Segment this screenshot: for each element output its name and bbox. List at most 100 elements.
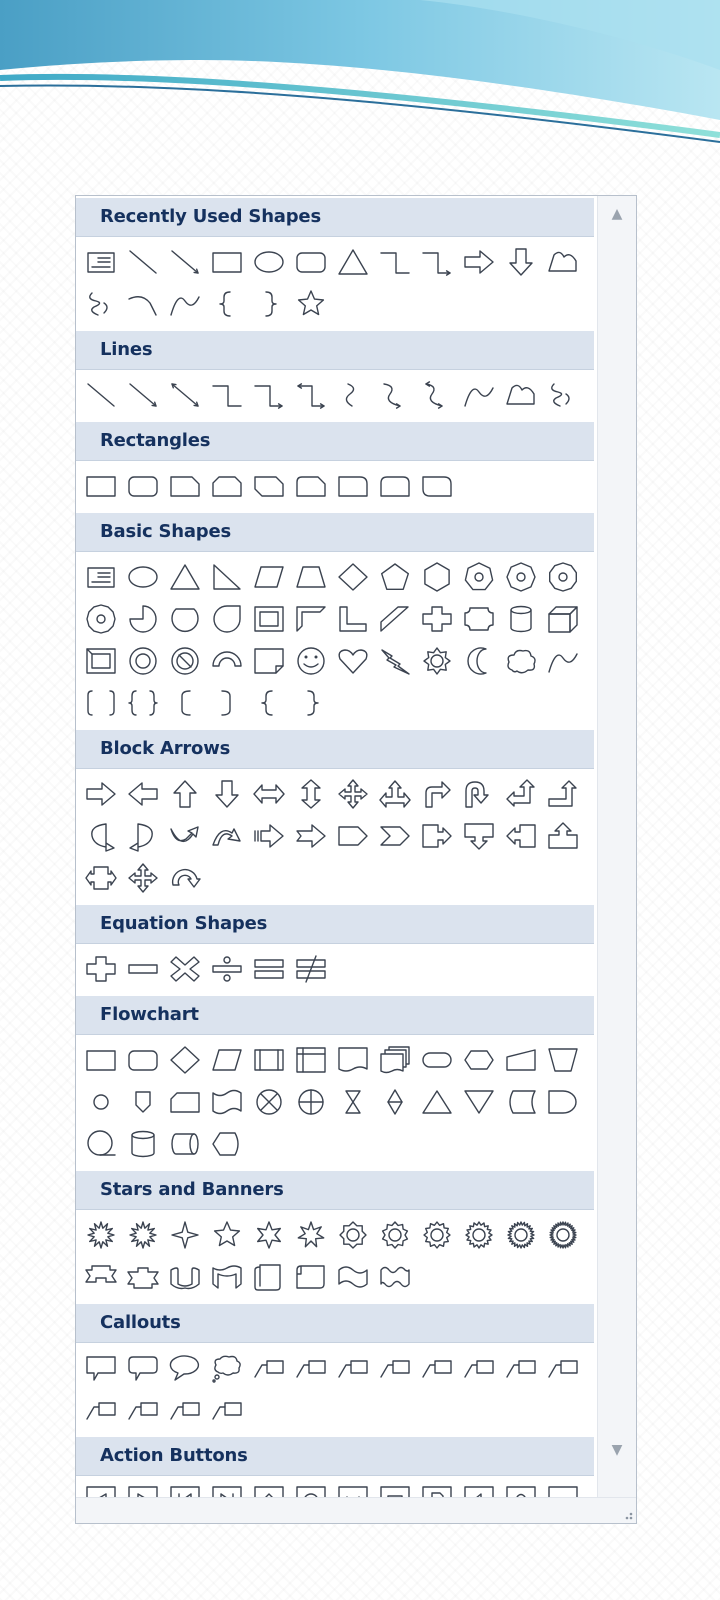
shape-data-button[interactable] [206, 1039, 248, 1081]
shape-left-right-arrow-button[interactable] [248, 773, 290, 815]
shape-line-callout-1-no-border-button[interactable] [500, 1347, 542, 1389]
shape-line-double-arrow-button[interactable] [164, 374, 206, 416]
shape-curved-double-arrow-connector-button[interactable] [416, 374, 458, 416]
shape-bent-up-arrow-button[interactable] [542, 773, 584, 815]
shape-line-button[interactable] [80, 374, 122, 416]
shape-sort-button[interactable] [374, 1081, 416, 1123]
shape-half-frame-button[interactable] [290, 598, 332, 640]
shape-document-button[interactable] [332, 1039, 374, 1081]
shape-circular-arrow-button[interactable] [164, 857, 206, 899]
shape-left-brace-button[interactable] [248, 682, 290, 724]
shape-elbow-connector-button[interactable] [206, 374, 248, 416]
shape-division-button[interactable] [206, 948, 248, 990]
shape-trapezoid-button[interactable] [290, 556, 332, 598]
shape-explosion-2-button[interactable] [122, 1214, 164, 1256]
shape-star-7-button[interactable] [290, 1214, 332, 1256]
shape-wave-button[interactable] [332, 1256, 374, 1298]
shape-curved-down-arrow-button[interactable] [206, 815, 248, 857]
shape-delay-button[interactable] [542, 1081, 584, 1123]
shape-predefined-process-button[interactable] [248, 1039, 290, 1081]
shape-scribble-button[interactable] [542, 374, 584, 416]
shape-line-arrow-button[interactable] [164, 241, 206, 283]
shape-moon-button[interactable] [458, 640, 500, 682]
shape-cube-button[interactable] [542, 598, 584, 640]
shape-line-button[interactable] [122, 241, 164, 283]
shape-line-callout-2-accent-bar-button[interactable] [416, 1347, 458, 1389]
shape-donut-button[interactable] [122, 640, 164, 682]
shape-folded-corner-button[interactable] [248, 640, 290, 682]
shape-triangle-button[interactable] [332, 241, 374, 283]
scroll-down-arrow-icon[interactable]: ▼ [598, 1432, 636, 1468]
shape-curve-button[interactable] [458, 374, 500, 416]
shape-no-symbol-button[interactable] [164, 640, 206, 682]
shape-left-brace-button[interactable] [206, 283, 248, 325]
shape-rounded-rectangular-callout-button[interactable] [122, 1347, 164, 1389]
shape-line-callout-2-no-border-button[interactable] [542, 1347, 584, 1389]
shape-star-8-button[interactable] [332, 1214, 374, 1256]
shape-double-bracket-button[interactable] [80, 682, 122, 724]
shape-u-turn-arrow-button[interactable] [458, 773, 500, 815]
shape-notched-right-arrow-button[interactable] [290, 815, 332, 857]
shape-decision-button[interactable] [164, 1039, 206, 1081]
shape-display-button[interactable] [206, 1123, 248, 1165]
shape-double-brace-button[interactable] [122, 682, 164, 724]
shape-rectangle-button[interactable] [80, 465, 122, 507]
shape-star-4-button[interactable] [164, 1214, 206, 1256]
shape-elbow-arrow-connector-button[interactable] [416, 241, 458, 283]
shape-star-12-button[interactable] [416, 1214, 458, 1256]
shape-double-wave-button[interactable] [374, 1256, 416, 1298]
shape-terminator-button[interactable] [416, 1039, 458, 1081]
shape-summing-junction-button[interactable] [248, 1081, 290, 1123]
shape-line-arrow-button[interactable] [122, 374, 164, 416]
shape-bent-arrow-button[interactable] [416, 773, 458, 815]
shape-lightning-bolt-button[interactable] [374, 640, 416, 682]
shape-pie-button[interactable] [122, 598, 164, 640]
shape-triangle-button[interactable] [164, 556, 206, 598]
shape-multiply-button[interactable] [164, 948, 206, 990]
shape-line-callout-1-accent-bar-button[interactable] [374, 1347, 416, 1389]
shape-line-callout-3-no-border-button[interactable] [80, 1389, 122, 1431]
shape-right-triangle-button[interactable] [206, 556, 248, 598]
shape-vertical-scroll-button[interactable] [248, 1256, 290, 1298]
shape-star-24-button[interactable] [500, 1214, 542, 1256]
shape-star-6-button[interactable] [248, 1214, 290, 1256]
shape-off-page-connector-button[interactable] [122, 1081, 164, 1123]
shape-oval-callout-button[interactable] [164, 1347, 206, 1389]
shape-diamond-button[interactable] [332, 556, 374, 598]
shape-quad-arrow-button[interactable] [332, 773, 374, 815]
shape-curved-left-arrow-button[interactable] [122, 815, 164, 857]
shape-horizontal-scroll-button[interactable] [290, 1256, 332, 1298]
shape-freeform-button[interactable] [542, 241, 584, 283]
shape-extract-button[interactable] [416, 1081, 458, 1123]
shape-direct-access-storage-button[interactable] [164, 1123, 206, 1165]
shape-preparation-button[interactable] [458, 1039, 500, 1081]
shape-line-callout-2-button[interactable] [290, 1347, 332, 1389]
vertical-scrollbar[interactable]: ▲ ▼ [597, 196, 636, 1498]
shape-line-callout-3-accent-bar-button[interactable] [458, 1347, 500, 1389]
shape-curved-connector-button[interactable] [332, 374, 374, 416]
shape-pentagon-arrow-button[interactable] [332, 815, 374, 857]
shape-stored-data-button[interactable] [500, 1081, 542, 1123]
shape-right-arrow-callout-button[interactable] [416, 815, 458, 857]
shape-curved-right-arrow-button[interactable] [80, 815, 122, 857]
shape-down-ribbon-button[interactable] [122, 1256, 164, 1298]
shape-round-diagonal-button[interactable] [416, 465, 458, 507]
shape-minus-button[interactable] [122, 948, 164, 990]
resize-grip-icon[interactable] [618, 1505, 634, 1521]
shape-cross-button[interactable] [416, 598, 458, 640]
shape-plaque-button[interactable] [458, 598, 500, 640]
shape-decagon-button[interactable] [542, 556, 584, 598]
shape-text-box-button[interactable] [80, 241, 122, 283]
shape-text-box-button[interactable] [80, 556, 122, 598]
shape-striped-right-arrow-button[interactable] [248, 815, 290, 857]
shape-right-bracket-button[interactable] [206, 682, 248, 724]
shape-can-button[interactable] [500, 598, 542, 640]
shape-right-brace-button[interactable] [290, 682, 332, 724]
shape-dodecagon-button[interactable] [80, 598, 122, 640]
shape-sun-button[interactable] [416, 640, 458, 682]
shape-curved-up-arrow-button[interactable] [164, 815, 206, 857]
shape-card-button[interactable] [164, 1081, 206, 1123]
shape-elbow-arrow-connector-button[interactable] [248, 374, 290, 416]
shape-plus-button[interactable] [80, 948, 122, 990]
shape-curved-arrow-connector-button[interactable] [374, 374, 416, 416]
